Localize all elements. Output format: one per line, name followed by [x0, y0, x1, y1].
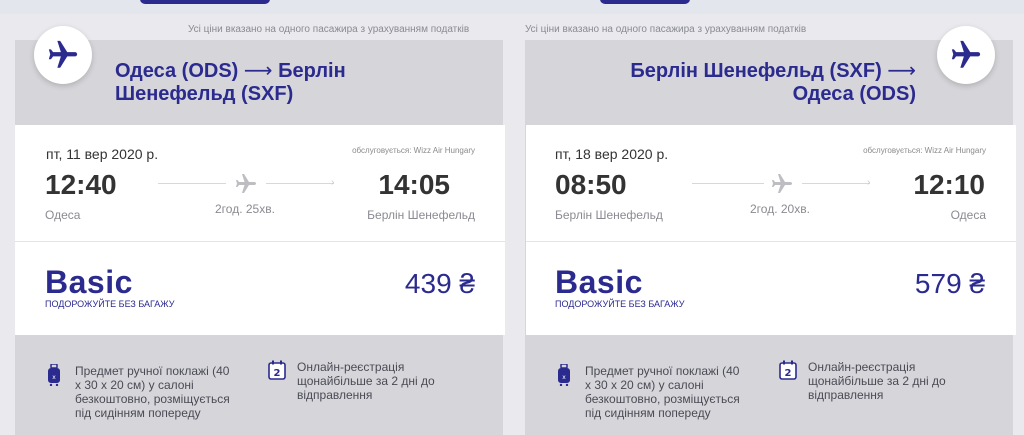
route-line [158, 183, 226, 184]
svg-text:x: x [52, 374, 56, 381]
departure-time: 08:50 [555, 169, 627, 200]
route-destination: Одеса (ODS) [792, 83, 916, 105]
fare-price: 579 ₴ [914, 268, 985, 299]
route-arrow: ⟶ [243, 60, 273, 82]
price-notice: Усі ціни вказано на одного пасажира з ур… [525, 24, 807, 35]
header-strip [0, 0, 1024, 14]
departure-city: Берлін Шенефельд [555, 208, 663, 222]
inbound-flight-details: пт, 18 вер 2020 р. обслуговується: Wizz … [526, 125, 1016, 241]
departure-city: Одеса [45, 208, 81, 222]
price-notice: Усі ціни вказано на одного пасажира з ур… [188, 24, 470, 35]
svg-text:2: 2 [274, 368, 281, 379]
outbound-flight-details: пт, 11 вер 2020 р. обслуговується: Wizz … [15, 125, 505, 241]
calendar-icon: 2 [268, 360, 286, 385]
arrival-time: 12:10 [913, 169, 985, 200]
operated-by: обслуговується: Wizz Air Hungary [863, 146, 986, 155]
inbound-fare-option[interactable]: Basic ПОДОРОЖУЙТЕ БЕЗ БАГАЖУ 579 ₴ [526, 241, 1016, 335]
fare-name: Basic [45, 264, 133, 300]
route-destination: Берлін [278, 60, 346, 82]
arrow-right-icon: › [867, 177, 871, 188]
fare-subtitle: ПОДОРОЖУЙТЕ БЕЗ БАГАЖУ [45, 299, 175, 309]
header-title-fragment [600, 0, 690, 4]
departure-time: 12:40 [45, 169, 117, 200]
calendar-icon: 2 [779, 360, 797, 385]
arrival-city: Берлін Шенефельд [367, 208, 475, 222]
plane-icon [234, 172, 258, 201]
svg-text:x: x [562, 374, 566, 381]
route-arrow: ⟶ [887, 60, 916, 82]
fare-name: Basic [555, 264, 643, 300]
flight-date: пт, 18 вер 2020 р. [555, 146, 669, 162]
route-line [692, 183, 764, 184]
online-checkin-description: Онлайн-реєстрація щонайбільше за 2 дні д… [297, 360, 435, 402]
route-destination-line2: Шенефельд (SXF) [115, 83, 294, 105]
route-line [266, 183, 334, 184]
route-origin: Берлін Шенефельд (SXF) [630, 60, 882, 82]
arrival-city: Одеса [950, 208, 986, 222]
plane-icon [937, 26, 995, 84]
arrow-right-icon: › [331, 177, 335, 188]
operated-by: обслуговується: Wizz Air Hungary [352, 146, 475, 155]
header-title-fragment [140, 0, 270, 4]
fare-subtitle: ПОДОРОЖУЙТЕ БЕЗ БАГАЖУ [555, 299, 685, 309]
route-origin: Одеса (ODS) [115, 60, 239, 82]
inbound-route-title: Берлін Шенефельд (SXF) ⟶ Одеса (ODS) [570, 60, 916, 106]
plane-icon [770, 172, 794, 201]
online-checkin-description: Онлайн-реєстрація щонайбільше за 2 дні д… [808, 360, 946, 402]
plane-icon [34, 26, 92, 84]
route-line [802, 183, 870, 184]
outbound-fare-option[interactable]: Basic ПОДОРОЖУЙТЕ БЕЗ БАГАЖУ 439 ₴ [15, 241, 505, 335]
luggage-icon: x [557, 363, 571, 391]
outbound-route-title: Одеса (ODS) ⟶ Берлін Шенефельд (SXF) [115, 60, 346, 106]
fare-price: 439 ₴ [404, 268, 475, 299]
arrival-time: 14:05 [378, 169, 450, 200]
hand-luggage-description: Предмет ручної поклажі (40 x 30 x 20 см)… [75, 364, 230, 420]
flight-duration: 2год. 25хв. [215, 202, 275, 216]
hand-luggage-description: Предмет ручної поклажі (40 x 30 x 20 см)… [585, 364, 740, 420]
flight-duration: 2год. 20хв. [750, 202, 810, 216]
luggage-icon: x [47, 363, 61, 391]
flight-date: пт, 11 вер 2020 р. [46, 146, 159, 162]
svg-text:2: 2 [785, 368, 792, 379]
